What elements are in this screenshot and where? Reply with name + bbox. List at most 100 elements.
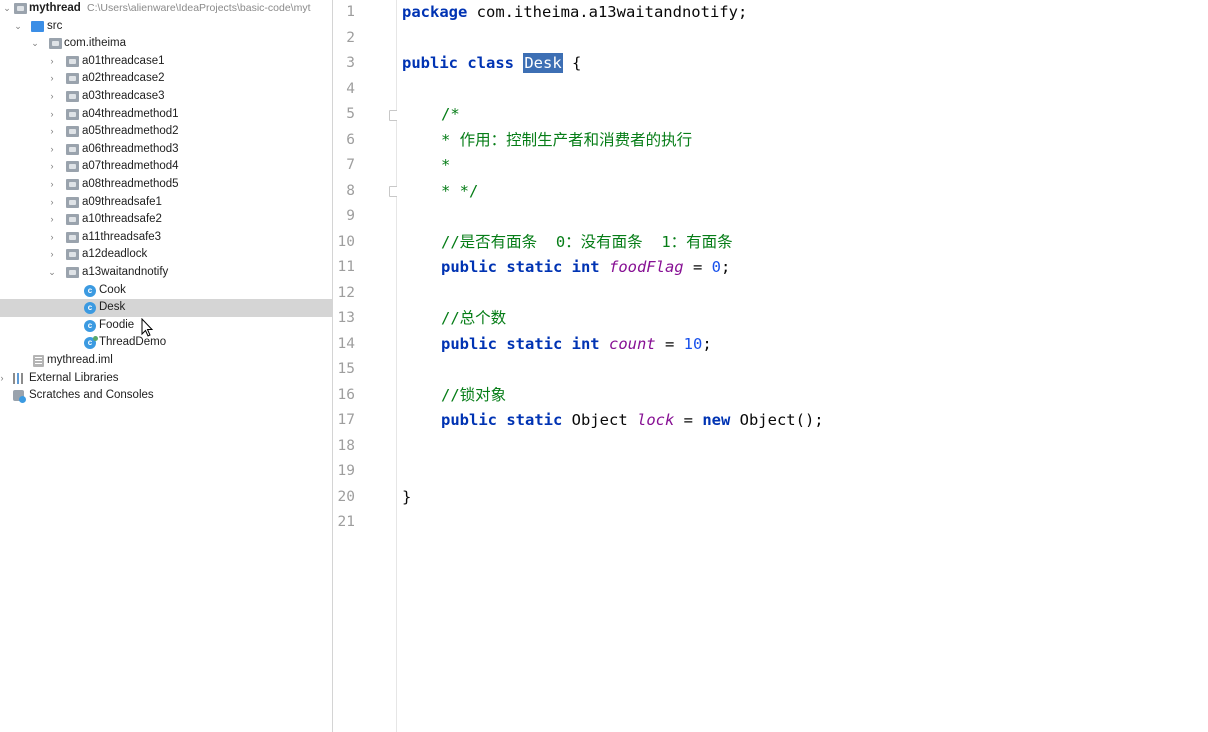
tree-item-label: a13waitandnotify (82, 266, 169, 278)
chevron-down-icon[interactable]: ⌄ (30, 35, 40, 53)
tree-item-class[interactable]: c ThreadDemo (0, 334, 332, 352)
runnable-class-icon: c (84, 336, 98, 350)
line-number: 13 (337, 310, 355, 326)
chevron-right-icon[interactable]: › (47, 70, 57, 88)
tree-item-label: src (47, 19, 63, 32)
java-class-icon: c (84, 302, 96, 315)
chevron-right-icon[interactable]: › (47, 106, 57, 124)
tree-item-folder[interactable]: › a06threadmethod3 (0, 141, 332, 159)
tree-item-label: a10threadsafe2 (82, 213, 162, 226)
chevron-right-icon[interactable]: › (47, 141, 57, 159)
tree-item-class[interactable]: c Cook (0, 282, 332, 300)
tree-item-label: mythread.iml (47, 354, 113, 366)
line-number: 20 (337, 488, 355, 505)
tree-item-label: a06threadmethod3 (82, 142, 179, 155)
field-name: lock (636, 411, 675, 429)
line-number: 11 (337, 259, 355, 275)
code-line: public static Object lock = new Object()… (441, 408, 824, 434)
java-class-icon: c (84, 319, 96, 332)
code-text: { (562, 54, 582, 72)
package-icon (49, 38, 62, 50)
chevron-right-icon[interactable]: › (47, 194, 57, 212)
tree-item-package[interactable]: ⌄ com.itheima (0, 35, 332, 53)
code-line: public static int foodFlag = 0; (441, 255, 730, 281)
comment: * */ (441, 181, 479, 200)
tree-item-project-root[interactable]: ⌄ mythread C:\Users\alienware\IdeaProjec… (0, 0, 332, 18)
closing-brace: } (402, 487, 412, 506)
tree-item-folder[interactable]: › a11threadsafe3 (0, 229, 332, 247)
field-name: foodFlag (608, 258, 684, 276)
chevron-right-icon[interactable]: › (47, 88, 57, 106)
tree-item-src[interactable]: ⌄ src (0, 18, 332, 36)
tree-item-label: a09threadsafe1 (82, 195, 162, 208)
tree-item-folder-expanded[interactable]: ⌄ a13waitandnotify (0, 264, 332, 282)
tree-item-external-libraries[interactable]: › External Libraries (0, 370, 332, 388)
chevron-down-icon[interactable]: ⌄ (13, 18, 23, 36)
tree-item-label: Cook (99, 283, 126, 296)
tree-item-folder[interactable]: › a03threadcase3 (0, 88, 332, 106)
chevron-right-icon[interactable]: › (47, 229, 57, 247)
chevron-right-icon[interactable]: › (47, 246, 57, 264)
tree-item-class-selected[interactable]: c Desk (0, 299, 332, 317)
package-icon (66, 161, 79, 173)
tree-item-label: ThreadDemo (99, 336, 167, 349)
package-icon (66, 126, 79, 138)
package-icon (66, 73, 79, 85)
tree-item-label: a02threadcase2 (82, 72, 165, 85)
code-text: ; (720, 258, 731, 276)
tree-item-label: a01threadcase1 (82, 54, 165, 67)
tree-item-folder[interactable]: › a05threadmethod2 (0, 123, 332, 141)
chevron-right-icon[interactable]: › (47, 211, 57, 229)
line-number: 2 (346, 29, 355, 46)
code-text: ; (702, 334, 712, 353)
chevron-down-icon[interactable]: ⌄ (47, 264, 57, 282)
code-editor[interactable]: package com.itheima.a13waitandnotify; pu… (397, 0, 1208, 732)
code-line: package com.itheima.a13waitandnotify; (402, 0, 747, 26)
line-number: 18 (337, 437, 355, 454)
tree-item-folder[interactable]: › a08threadmethod5 (0, 176, 332, 194)
tree-item-folder[interactable]: › a02threadcase2 (0, 70, 332, 88)
tree-item-folder[interactable]: › a10threadsafe2 (0, 211, 332, 229)
package-icon (66, 91, 79, 102)
tree-item-label: a11threadsafe3 (82, 230, 162, 243)
tree-item-label: com.itheima (64, 37, 126, 50)
line-number: 16 (337, 386, 355, 403)
package-icon (66, 231, 79, 243)
line-number: 8 (346, 182, 355, 199)
number-literal: 0 (711, 258, 721, 276)
tree-item-label: a05threadmethod2 (82, 125, 179, 138)
tree-item-label: a08threadmethod5 (82, 178, 179, 190)
keyword: public static int (441, 334, 600, 353)
tree-item-class[interactable]: c Foodie (0, 317, 332, 335)
package-icon (66, 55, 79, 67)
chevron-down-icon[interactable]: ⌄ (2, 0, 12, 18)
line-number: 14 (337, 335, 355, 352)
tree-item-folder[interactable]: › a12deadlock (0, 246, 332, 264)
tree-item-folder[interactable]: › a01threadcase1 (0, 53, 332, 71)
comment: //锁对象 (441, 385, 507, 404)
chevron-right-icon[interactable]: › (47, 123, 57, 141)
package-icon (66, 196, 79, 208)
tree-item-folder[interactable]: › a07threadmethod4 (0, 158, 332, 176)
chevron-right-icon[interactable]: › (0, 370, 7, 388)
tree-item-folder[interactable]: › a09threadsafe1 (0, 194, 332, 212)
mouse-cursor-icon (141, 318, 154, 337)
line-number: 5 (346, 106, 355, 122)
line-number-gutter: 1 2 3 4 5 6 7 8 9 10 11 12 13 14 15 16 1… (333, 0, 400, 732)
code-text: com.itheima.a13waitandnotify; (467, 3, 748, 21)
java-class-icon: c (84, 284, 96, 297)
line-number: 7 (346, 157, 355, 173)
chevron-right-icon[interactable]: › (47, 158, 57, 176)
line-number: 19 (337, 463, 355, 479)
source-folder-icon (31, 20, 44, 32)
tree-item-folder[interactable]: › a04threadmethod1 (0, 106, 332, 124)
tree-item-scratches[interactable]: Scratches and Consoles (0, 387, 332, 405)
project-tree-panel[interactable]: ⌄ mythread C:\Users\alienware\IdeaProjec… (0, 0, 333, 732)
tree-item-label: a12deadlock (82, 248, 148, 261)
chevron-right-icon[interactable]: › (47, 53, 57, 71)
tree-item-label: External Libraries (29, 371, 119, 384)
chevron-right-icon[interactable]: › (47, 176, 57, 194)
line-number: 3 (346, 55, 355, 71)
tree-item-iml[interactable]: mythread.iml (0, 352, 332, 370)
line-number: 9 (346, 208, 355, 224)
